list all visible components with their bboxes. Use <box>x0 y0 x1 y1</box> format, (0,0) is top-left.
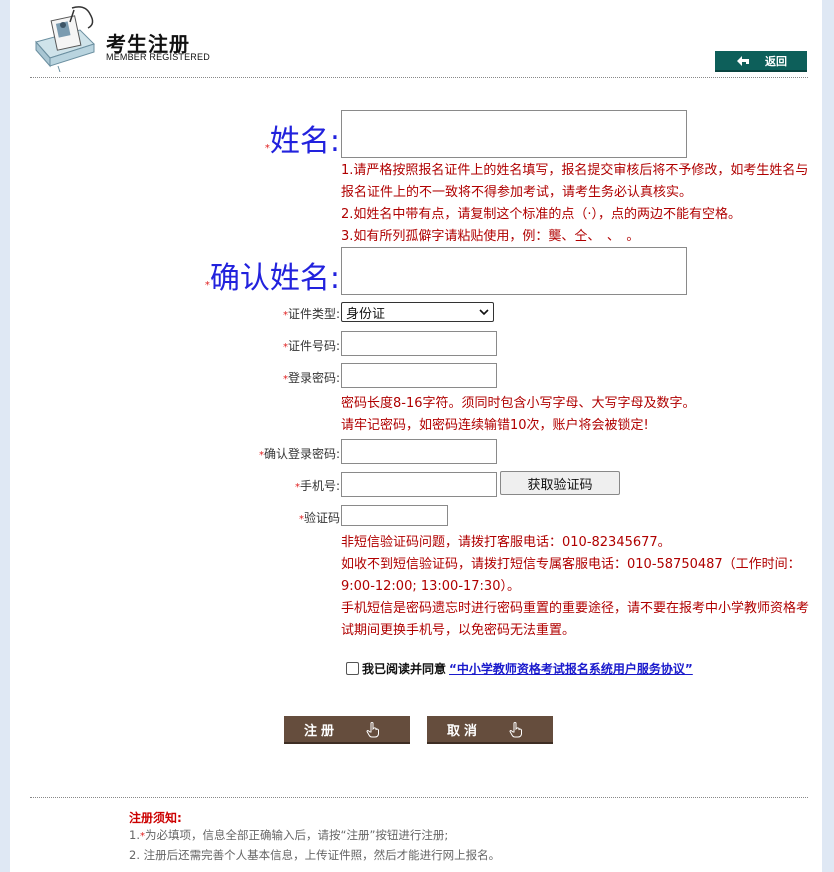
back-button-label: 返回 <box>765 54 787 68</box>
password-input[interactable] <box>341 363 497 388</box>
confirm-name-label: *确认姓名: <box>204 261 340 296</box>
name-input[interactable] <box>341 110 687 158</box>
footer-line-1: 1.*为必填项，信息全部正确输入后，请按“注册”按钮进行注册; <box>129 828 449 842</box>
phone-input[interactable] <box>341 472 497 497</box>
phone-label: *手机号: <box>294 479 340 493</box>
get-code-button[interactable]: 获取验证码 <box>500 471 620 495</box>
code-label: *验证码 <box>298 511 340 525</box>
registration-page: 考生注册 MEMBER REGISTERED 返回 *姓名: 1.请严格按照报名… <box>10 0 822 872</box>
register-button-label: 注册 <box>304 723 339 739</box>
id-type-select[interactable]: 身份证 <box>341 302 494 322</box>
id-type-label: *证件类型: <box>282 307 340 321</box>
footer-title: 注册须知: <box>129 811 182 825</box>
page-subtitle: MEMBER REGISTERED <box>106 52 210 62</box>
confirm-name-input[interactable] <box>341 247 687 295</box>
header-divider <box>30 77 808 78</box>
password-label: *登录密码: <box>282 371 340 385</box>
cancel-button[interactable]: 取消 <box>427 716 553 744</box>
footer-divider <box>30 797 808 798</box>
id-card-logo-icon <box>35 6 95 72</box>
confirm-password-label: *确认登录密码: <box>258 447 340 461</box>
confirm-password-input[interactable] <box>341 439 497 464</box>
hand-pointer-icon <box>509 722 522 738</box>
agreement-checkbox[interactable] <box>346 662 359 675</box>
password-notes: 密码长度8-16字符。须同时包含小写字母、大写字母及数字。 请牢记密码，如密码连… <box>341 396 696 433</box>
code-notes: 非短信验证码问题，请拨打客服电话：010-82345677。 如收不到短信验证码… <box>341 535 810 638</box>
name-label: *姓名: <box>264 124 340 159</box>
name-notes: 1.请严格按照报名证件上的姓名填写，报名提交审核后将不予修改，如考生姓名与报名证… <box>341 163 809 244</box>
back-arrow-icon <box>737 55 749 66</box>
id-number-label: *证件号码: <box>282 339 340 353</box>
dropdown-chevron-icon <box>479 309 489 316</box>
register-button[interactable]: 注册 <box>284 716 410 744</box>
hand-pointer-icon <box>366 722 379 738</box>
id-number-input[interactable] <box>341 331 497 356</box>
agreement-row: 我已阅读并同意 “中小学教师资格考试报名系统用户服务协议” <box>346 660 693 677</box>
footer-line-2: 2. 注册后还需完善个人基本信息，上传证件照，然后才能进行网上报名。 <box>129 848 501 862</box>
cancel-button-label: 取消 <box>447 723 482 739</box>
agreement-text: 我已阅读并同意 <box>362 662 447 676</box>
code-input[interactable] <box>341 505 448 526</box>
back-button[interactable]: 返回 <box>715 51 807 72</box>
agreement-link[interactable]: “中小学教师资格考试报名系统用户服务协议” <box>449 660 693 677</box>
